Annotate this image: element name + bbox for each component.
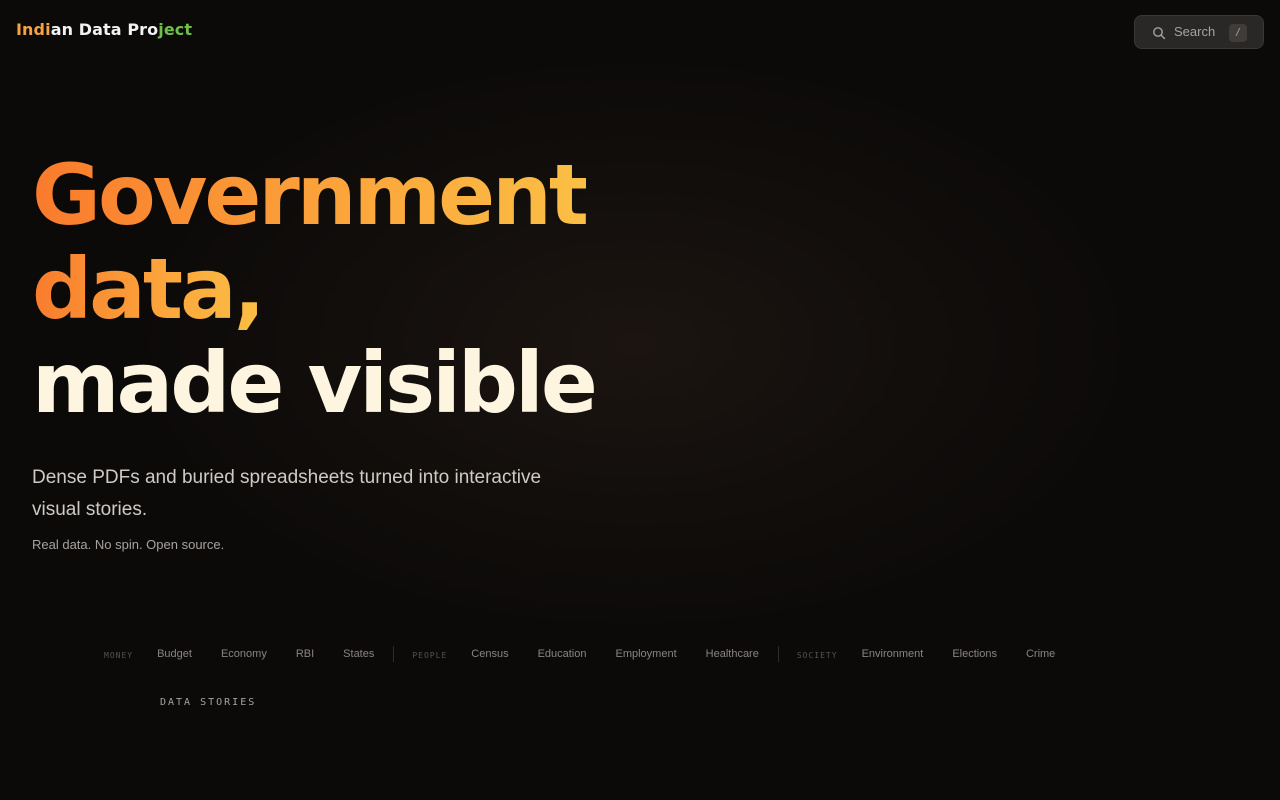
- search-icon: [1153, 27, 1166, 40]
- topic-link-census[interactable]: Census: [471, 648, 508, 660]
- hero-title-line-1: Government: [32, 146, 589, 244]
- topic-link-rbi[interactable]: RBI: [296, 648, 314, 660]
- hero-subtitle: Dense PDFs and buried spreadsheets turne…: [32, 467, 542, 520]
- topic-link-elections[interactable]: Elections: [952, 648, 997, 660]
- topic-link-budget[interactable]: Budget: [157, 648, 192, 660]
- topic-link-education[interactable]: Education: [538, 648, 587, 660]
- category-divider: [393, 646, 395, 662]
- hero-title-line-2: data,: [32, 240, 266, 338]
- topic-link-healthcare[interactable]: Healthcare: [706, 648, 759, 660]
- topic-link-economy[interactable]: Economy: [221, 648, 267, 660]
- search-button[interactable]: Search /: [1134, 15, 1264, 49]
- hero-tagline: Real data. No spin. Open source.: [32, 537, 225, 552]
- category-divider: [777, 646, 779, 662]
- topic-nav: MONEY Budget Economy RBI States PEOPLE C…: [104, 644, 1084, 664]
- search-shortcut-key: /: [1229, 24, 1247, 42]
- topic-link-environment[interactable]: Environment: [862, 648, 924, 660]
- logo-text-part-3: ject: [158, 20, 193, 39]
- topic-link-employment[interactable]: Employment: [616, 648, 677, 660]
- site-logo[interactable]: Indian Data Project: [16, 20, 192, 39]
- search-label: Search: [1174, 24, 1216, 39]
- category-label-people: PEOPLE: [412, 650, 448, 660]
- category-label-society: SOCIETY: [796, 650, 838, 660]
- category-label-money: MONEY: [104, 650, 134, 660]
- logo-text-part-2: an Data Pro: [50, 20, 159, 39]
- hero-title-line-3: made visible: [32, 334, 598, 432]
- data-stories-heading: DATA STORIES: [160, 697, 257, 708]
- topic-link-states[interactable]: States: [343, 648, 374, 660]
- logo-text-part-1: Indi: [16, 20, 51, 39]
- hero-title: Government data, made visible: [32, 146, 598, 432]
- topic-link-crime[interactable]: Crime: [1026, 648, 1055, 660]
